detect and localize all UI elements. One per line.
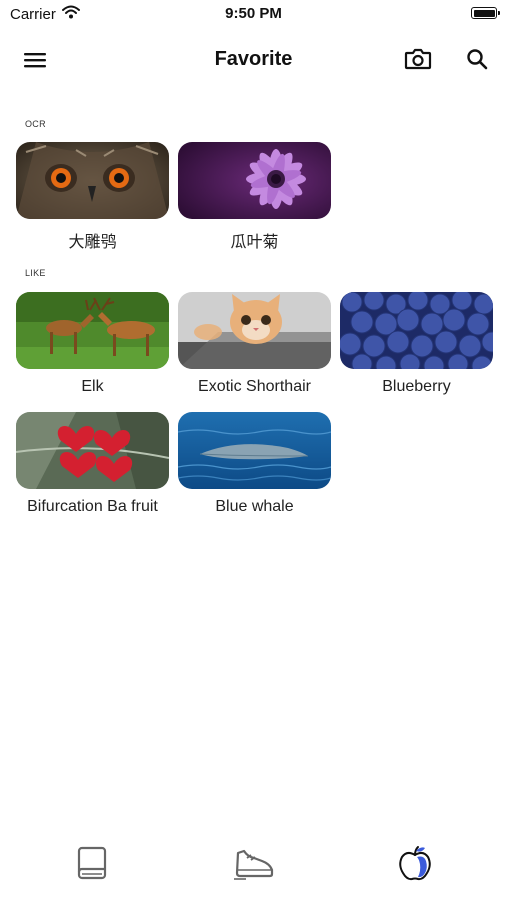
owl-image — [16, 142, 169, 219]
nav-bar: Favorite — [0, 38, 507, 82]
status-bar: Carrier 9:50 PM — [0, 0, 507, 28]
blueberry-image — [340, 292, 493, 369]
search-icon — [467, 49, 488, 70]
shoe-icon — [234, 849, 274, 880]
clock: 9:50 PM — [225, 5, 282, 22]
ocr-item-daisy[interactable]: 瓜叶菊 — [178, 142, 331, 252]
ocr-item-owl[interactable]: 大雕鸮 — [16, 142, 169, 252]
tab-shoe[interactable] — [232, 844, 276, 884]
like-item-elk[interactable]: Elk — [16, 292, 169, 396]
like-item-heart-fruit[interactable]: Bifurcation Ba fruit — [16, 412, 169, 516]
item-caption: Elk — [81, 378, 104, 395]
like-item-cat[interactable]: Exotic Shorthair — [178, 292, 331, 396]
whale-image — [178, 412, 331, 489]
section-label-ocr: OCR — [25, 119, 46, 129]
item-caption: Exotic Shorthair — [198, 378, 311, 395]
item-caption: Blueberry — [382, 378, 451, 395]
battery-icon — [471, 7, 500, 19]
camera-button[interactable] — [402, 43, 434, 75]
cat-image — [178, 292, 331, 369]
tab-bar — [0, 830, 507, 900]
search-button[interactable] — [461, 43, 493, 75]
book-icon — [77, 846, 107, 880]
heart-fruit-image — [16, 412, 169, 489]
camera-icon — [404, 48, 432, 70]
apple-icon — [399, 846, 431, 881]
like-item-blueberry[interactable]: Blueberry — [340, 292, 493, 396]
daisy-image — [178, 142, 331, 219]
item-caption: 大雕鸮 — [68, 234, 117, 251]
tab-book[interactable] — [70, 844, 114, 884]
elk-image — [16, 292, 169, 369]
item-caption: Bifurcation Ba fruit — [27, 498, 158, 515]
tab-apple[interactable] — [393, 844, 437, 884]
section-label-like: LIKE — [25, 268, 46, 278]
item-caption: 瓜叶菊 — [230, 234, 279, 251]
item-caption: Blue whale — [215, 498, 294, 515]
like-item-whale[interactable]: Blue whale — [178, 412, 331, 516]
